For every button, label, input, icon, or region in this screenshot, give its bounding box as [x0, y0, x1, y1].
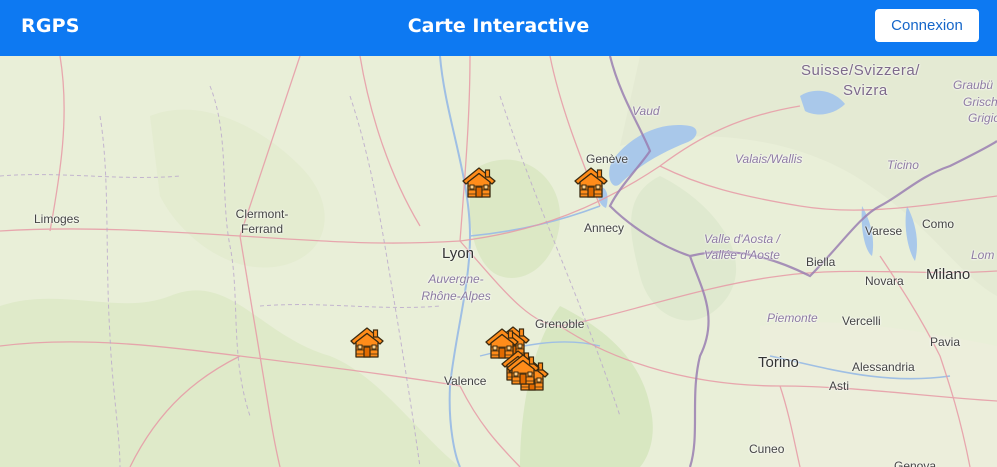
house-icon [350, 327, 384, 358]
label-varese: Varese [865, 224, 903, 238]
label-vercelli: Vercelli [842, 314, 881, 328]
label-como: Como [922, 217, 955, 231]
house-marker-2[interactable] [573, 165, 609, 199]
label-geneve: Genève [586, 152, 629, 166]
label-cuneo: Cuneo [749, 442, 785, 456]
label-piemonte: Piemonte [767, 311, 818, 325]
house-marker-1[interactable] [461, 165, 497, 199]
label-lyon: Lyon [442, 245, 474, 262]
interactive-map[interactable]: Limoges Clermont- Ferrand Lyon Auvergne-… [0, 56, 997, 467]
label-genova: Genova [894, 459, 937, 467]
label-aosta-line2: Vallée d'Aoste [704, 248, 780, 262]
house-icon [506, 354, 540, 385]
label-asti: Asti [829, 379, 850, 393]
label-graubu-line1: Graubü [953, 78, 994, 92]
label-alessandria: Alessandria [852, 360, 915, 374]
map-base-layer [0, 56, 997, 467]
house-icon [574, 167, 608, 198]
label-aosta-line1: Valle d'Aosta / [704, 232, 780, 246]
label-valais: Valais/Wallis [735, 152, 803, 166]
label-valence: Valence [444, 374, 487, 388]
label-torino: Torino [758, 354, 799, 371]
label-graubu-line3: Grigio [968, 111, 997, 125]
label-auvergne-line1: Auvergne- [428, 272, 484, 286]
label-suisse-line2: Svizra [843, 82, 888, 99]
label-limoges: Limoges [34, 212, 80, 226]
house-marker-3[interactable] [349, 325, 385, 359]
label-pavia: Pavia [930, 335, 961, 349]
label-clermont-line1: Clermont- [235, 207, 289, 221]
label-milano: Milano [926, 266, 971, 283]
label-grenoble: Grenoble [535, 317, 585, 331]
label-clermont-line2: Ferrand [240, 222, 284, 236]
house-marker-8[interactable] [505, 352, 541, 386]
login-button[interactable]: Connexion [875, 9, 979, 42]
app: RGPS Carte Interactive Connexion Limoges… [0, 0, 997, 467]
top-navbar: RGPS Carte Interactive Connexion [0, 0, 997, 56]
house-icon [462, 167, 496, 198]
label-annecy: Annecy [584, 221, 625, 235]
label-graubu-line2: Grisch [963, 95, 997, 109]
label-suisse-line1: Suisse/Svizzera/ [801, 62, 920, 79]
label-auvergne-line2: Rhône-Alpes [421, 289, 491, 303]
label-lom: Lom [971, 248, 995, 262]
label-ticino: Ticino [887, 158, 919, 172]
label-vaud: Vaud [632, 104, 660, 118]
label-novara: Novara [865, 274, 904, 288]
label-biella: Biella [806, 255, 836, 269]
page-title: Carte Interactive [407, 15, 590, 37]
